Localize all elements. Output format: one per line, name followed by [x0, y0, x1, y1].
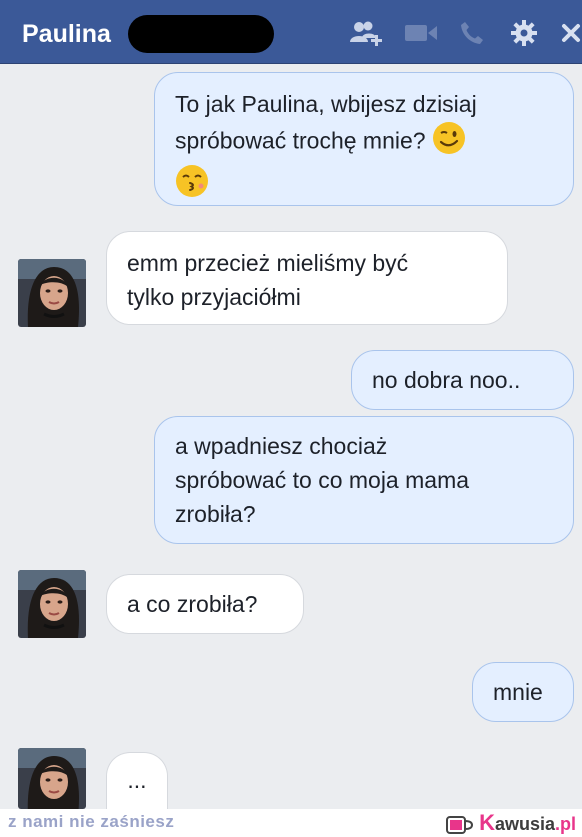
message-bubble-incoming: ... [106, 752, 168, 809]
watermark-tagline: z nami nie zaśniesz [8, 812, 175, 831]
wink-emoji-icon [432, 121, 466, 164]
avatar[interactable] [18, 259, 86, 327]
message-line: emm przecież mieliśmy być [127, 250, 409, 276]
message-line: no dobra noo.. [372, 367, 521, 393]
message-line: mnie [493, 679, 543, 705]
video-call-icon[interactable] [402, 18, 440, 48]
contact-name[interactable]: Paulina [22, 19, 111, 49]
message-line: To jak Paulina, wbijesz dzisiaj [175, 91, 477, 117]
close-icon[interactable] [560, 18, 582, 48]
message-bubble-incoming: a co zrobiła? [106, 574, 304, 634]
message-bubble-outgoing: a wpadniesz chociaż spróbować to co moja… [154, 416, 574, 544]
watermark-brand-tld: .pl [555, 814, 576, 834]
message-line: a wpadniesz chociaż [175, 433, 388, 459]
settings-gear-icon[interactable] [508, 18, 540, 48]
coffee-cup-icon [446, 816, 474, 835]
add-friend-icon[interactable] [348, 18, 384, 48]
message-line: a co zrobiła? [127, 591, 258, 617]
avatar[interactable] [18, 748, 86, 809]
message-line: tylko przyjaciółmi [127, 284, 301, 310]
message-line: spróbować trochę mnie? [175, 127, 426, 154]
chat-header: Paulina [0, 0, 582, 64]
message-line: zrobiła? [175, 501, 256, 527]
message-bubble-outgoing: no dobra noo.. [351, 350, 574, 410]
message-line: ... [127, 767, 147, 793]
message-bubble-incoming: emm przecież mieliśmy być tylko przyjaci… [106, 231, 508, 325]
watermark-brand-name: awusia [494, 814, 555, 834]
kiss-emoji-icon [175, 164, 209, 207]
watermark-logo: Kawusia.pl [445, 810, 576, 836]
message-bubble-outgoing: mnie [472, 662, 574, 722]
message-line: spróbować to co moja mama [175, 467, 470, 493]
redacted-surname [128, 15, 274, 53]
message-bubble-outgoing: To jak Paulina, wbijesz dzisiaj spróbowa… [154, 72, 574, 206]
avatar[interactable] [18, 570, 86, 638]
watermark-brand-initial: K [479, 810, 495, 835]
phone-icon[interactable] [456, 18, 488, 48]
watermark-bar: z nami nie zaśniesz Kawusia.pl [0, 809, 582, 837]
